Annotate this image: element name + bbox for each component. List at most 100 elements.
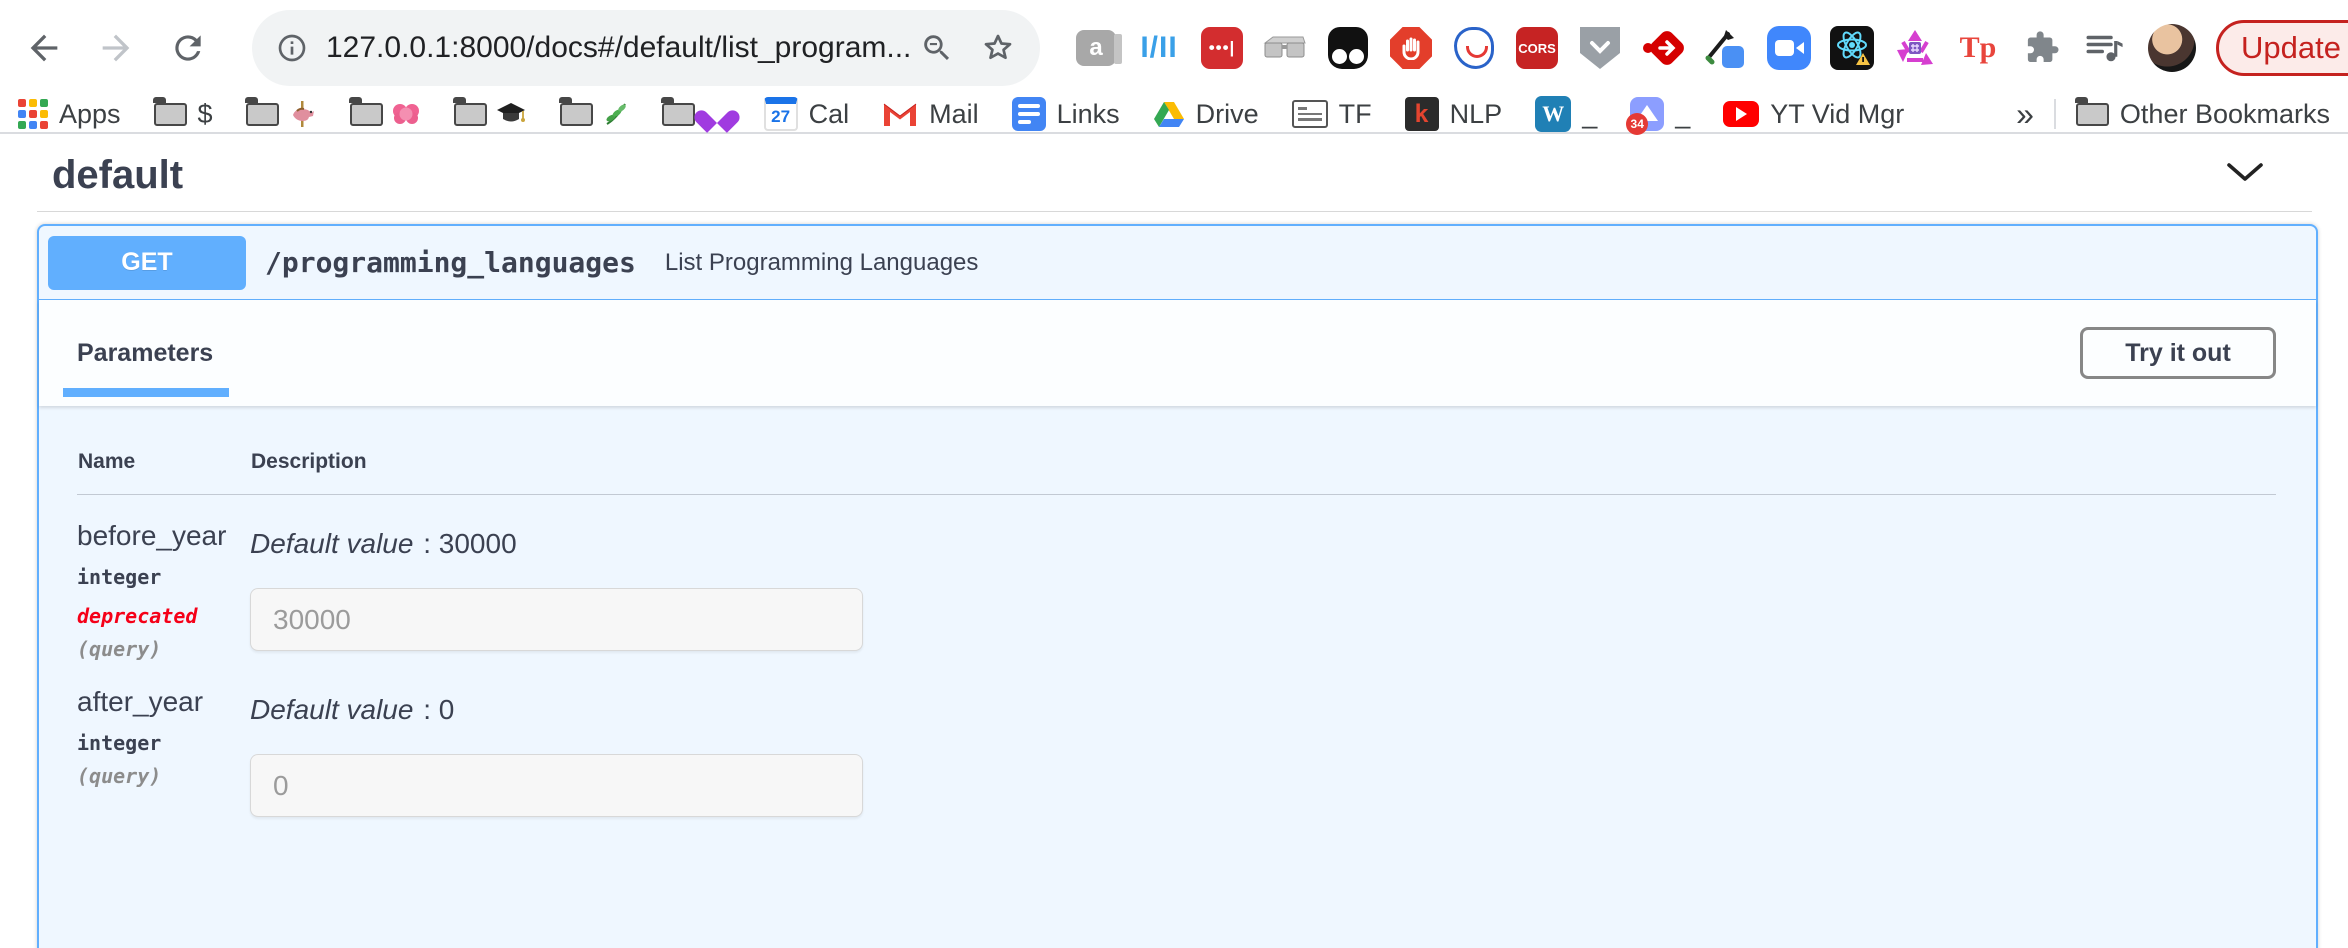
parameter-deprecated-badge: deprecated — [77, 604, 250, 628]
bookmark-folder-purple-heart[interactable] — [662, 101, 731, 127]
parameter-input-after-year[interactable] — [250, 754, 863, 817]
default-value-line: Default value : 0 — [250, 694, 2276, 726]
other-bookmarks[interactable]: Other Bookmarks — [2076, 99, 2330, 130]
eyedropper-icon[interactable] — [1704, 24, 1748, 72]
bookmark-folder-carousel[interactable] — [246, 99, 317, 129]
parameters-table: Name Description before_year integer dep… — [39, 406, 2316, 817]
folder-icon — [154, 103, 187, 126]
cors-icon[interactable]: CORS — [1515, 24, 1559, 72]
carousel-horse-icon — [287, 99, 317, 129]
graduation-cap-icon — [495, 100, 527, 128]
parameter-location: (query) — [77, 764, 250, 788]
parameters-section-header: Parameters Try it out — [39, 300, 2316, 406]
folder-icon — [2076, 103, 2109, 126]
video-camera-icon[interactable] — [1767, 24, 1811, 72]
tampermonkey-tp-icon[interactable]: Tp — [1956, 24, 2000, 72]
folder-icon — [560, 103, 593, 126]
tag-section-header[interactable]: default — [37, 134, 2312, 212]
back-icon[interactable] — [20, 24, 68, 72]
bookmark-youtube[interactable]: YT Vid Mgr — [1723, 99, 1904, 130]
reload-icon[interactable] — [164, 24, 212, 72]
bookmark-mail[interactable]: Mail — [882, 99, 979, 130]
parameter-type: integer — [77, 731, 250, 755]
brain-icon — [391, 101, 421, 127]
collapse-chevron-icon[interactable] — [2226, 162, 2264, 189]
bookmark-star-icon[interactable] — [980, 30, 1016, 66]
default-value-line: Default value : 30000 — [250, 528, 2276, 560]
panda-icon[interactable] — [1326, 24, 1370, 72]
zoom-out-icon[interactable] — [920, 31, 954, 65]
update-label: Update — [2241, 30, 2341, 66]
bookmark-folder-brain[interactable] — [350, 101, 421, 127]
parameter-name: after_year — [77, 686, 250, 718]
go-arrow-icon[interactable] — [1641, 24, 1685, 72]
bookmark-drive[interactable]: Drive — [1153, 99, 1259, 130]
folder-icon — [662, 103, 695, 126]
extensions-strip: a I/II •••| CORS — [1074, 24, 2126, 72]
endpoint-summary: List Programming Languages — [665, 249, 979, 277]
chat-annotation-icon[interactable]: a — [1074, 24, 1118, 72]
bookmark-folder-graduation[interactable] — [454, 100, 527, 128]
youtube-icon — [1723, 101, 1759, 127]
site-info-icon[interactable] — [276, 32, 308, 64]
parameter-row-before-year: before_year integer deprecated (query) D… — [77, 495, 2276, 661]
smile-bubble-icon[interactable] — [1452, 24, 1496, 72]
bookmark-folder-herb[interactable] — [560, 100, 629, 128]
bookmark-links[interactable]: Links — [1012, 97, 1120, 131]
shield-v-icon[interactable] — [1578, 24, 1622, 72]
column-description: Description — [251, 450, 2276, 474]
bookmark-calendar[interactable]: 27 Cal — [764, 97, 850, 131]
parameter-location: (query) — [77, 637, 250, 661]
browser-toolbar: 127.0.0.1:8000/docs#/default/list_progra… — [0, 0, 2348, 96]
media-playlist-icon[interactable] — [2082, 24, 2126, 72]
blue-list-icon — [1012, 97, 1046, 131]
url-text[interactable]: 127.0.0.1:8000/docs#/default/list_progra… — [326, 31, 920, 65]
update-button[interactable]: Update — [2216, 20, 2348, 76]
forward-icon[interactable] — [92, 24, 140, 72]
bookmark-nlp[interactable]: k NLP — [1405, 97, 1503, 131]
http-method-badge: GET — [48, 236, 246, 290]
folder-icon — [246, 103, 279, 126]
extensions-puzzle-icon[interactable] — [2019, 24, 2063, 72]
parameter-meta: after_year integer (query) — [77, 686, 250, 817]
bookmarks-bar: Apps $ 27 Cal — [0, 96, 2348, 134]
purple-heart-icon — [703, 101, 731, 127]
flashcard-icon — [1292, 100, 1328, 128]
opblock-get: GET /programming_languages List Programm… — [37, 224, 2318, 948]
bookmark-34[interactable]: 34 _ — [1630, 97, 1690, 131]
parameter-description: Default value : 0 — [250, 686, 2276, 817]
3d-glasses-icon[interactable] — [1263, 24, 1307, 72]
stop-hand-icon[interactable] — [1389, 24, 1433, 72]
react-devtools-icon[interactable] — [1830, 24, 1874, 72]
try-it-out-button[interactable]: Try it out — [2080, 327, 2276, 379]
recycle-icon[interactable] — [1893, 24, 1937, 72]
keras-icon: k — [1405, 97, 1439, 131]
google-drive-icon — [1153, 100, 1185, 128]
profile-avatar[interactable] — [2148, 24, 2196, 72]
bookmark-tf[interactable]: TF — [1292, 99, 1372, 130]
column-name: Name — [78, 450, 251, 474]
apps-grid-icon — [18, 99, 48, 129]
parameter-description: Default value : 30000 — [250, 520, 2276, 661]
parameter-meta: before_year integer deprecated (query) — [77, 520, 250, 661]
tag-title: default — [52, 153, 183, 198]
calendar-34-icon: 34 — [1630, 97, 1664, 131]
tab-parameters[interactable]: Parameters — [77, 300, 213, 406]
bookmarks-overflow-chevron[interactable]: » — [2006, 96, 2044, 133]
folder-icon — [454, 103, 487, 126]
parameter-input-before-year[interactable] — [250, 588, 863, 651]
address-bar[interactable]: 127.0.0.1:8000/docs#/default/list_progra… — [252, 10, 1040, 86]
pipes-extension-icon[interactable]: I/II — [1137, 24, 1181, 72]
wordpress-icon: W — [1535, 96, 1571, 132]
parameter-row-after-year: after_year integer (query) Default value… — [77, 661, 2276, 817]
parameters-table-header: Name Description — [77, 426, 2276, 495]
lastpass-icon[interactable]: •••| — [1200, 24, 1244, 72]
bookmark-apps[interactable]: Apps — [18, 99, 121, 130]
endpoint-path: /programming_languages — [265, 246, 636, 279]
herb-icon — [601, 100, 629, 128]
bookmark-wordpress[interactable]: W _ — [1535, 96, 1597, 132]
bookmark-folder-dollar[interactable]: $ — [154, 99, 213, 130]
opblock-summary[interactable]: GET /programming_languages List Programm… — [39, 226, 2316, 300]
swagger-page: default GET /programming_languages List … — [0, 134, 2348, 946]
bookmarks-divider — [2054, 99, 2056, 129]
